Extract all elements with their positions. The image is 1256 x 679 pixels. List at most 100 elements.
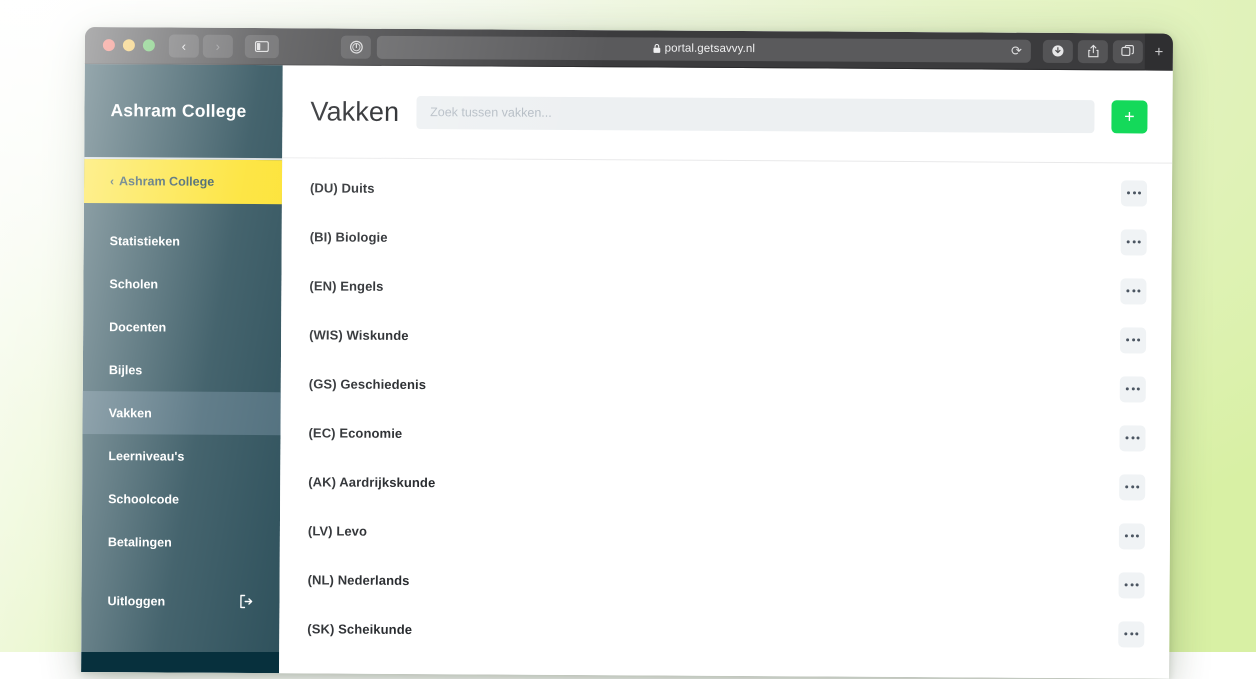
- dot-icon: [1137, 338, 1140, 341]
- dot-icon: [1135, 632, 1138, 635]
- dot-icon: [1132, 240, 1135, 243]
- downloads-button[interactable]: [1043, 39, 1073, 62]
- table-row[interactable]: (EC) Economie: [280, 408, 1170, 462]
- table-row[interactable]: (WIS) Wiskunde: [281, 310, 1171, 364]
- sidebar-item-bijles[interactable]: Bijles: [83, 348, 281, 392]
- download-icon: [1051, 44, 1065, 58]
- dot-icon: [1131, 436, 1134, 439]
- sidebar-item-uitloggen[interactable]: Uitloggen: [81, 579, 279, 623]
- table-row[interactable]: (DU) Duits: [282, 163, 1172, 217]
- dot-icon: [1131, 387, 1134, 390]
- address-bar[interactable]: portal.getsavvy.nl ⟳: [377, 35, 1031, 62]
- table-row[interactable]: (EN) Engels: [281, 261, 1171, 315]
- dot-icon: [1136, 534, 1139, 537]
- reload-icon[interactable]: ⟳: [1011, 44, 1022, 57]
- plus-icon: +: [1154, 44, 1163, 61]
- share-icon: [1086, 44, 1099, 58]
- table-row[interactable]: (SK) Scheikunde: [279, 604, 1169, 658]
- add-subject-button[interactable]: +: [1111, 100, 1147, 133]
- chevron-left-icon: ‹: [110, 174, 114, 188]
- password-manager-icon: [348, 39, 363, 54]
- page-title: Vakken: [310, 96, 399, 128]
- address-bar-zone: portal.getsavvy.nl ⟳: [341, 35, 1031, 62]
- dot-icon: [1137, 289, 1140, 292]
- maximize-window-button[interactable]: [143, 39, 155, 51]
- dot-icon: [1126, 387, 1129, 390]
- row-actions-menu-button[interactable]: [1118, 621, 1144, 647]
- sidebar-back-label: Ashram College: [119, 174, 214, 189]
- row-actions-menu-button[interactable]: [1120, 376, 1146, 402]
- chevron-right-icon: ›: [216, 39, 220, 52]
- dot-icon: [1136, 583, 1139, 586]
- table-row[interactable]: (LV) Levo: [280, 506, 1170, 560]
- row-actions-menu-button[interactable]: [1120, 278, 1146, 304]
- dot-icon: [1137, 436, 1140, 439]
- sidebar-nav: Statistieken Scholen Docenten Bijles Vak…: [81, 203, 282, 623]
- toolbar-right-buttons: [1043, 39, 1143, 63]
- logout-icon: [238, 594, 253, 609]
- sidebar-item-statistieken[interactable]: Statistieken: [84, 219, 282, 263]
- minimize-window-button[interactable]: [123, 39, 135, 51]
- sidebar-back-item[interactable]: ‹ Ashram College: [84, 159, 282, 204]
- dot-icon: [1127, 191, 1130, 194]
- share-button[interactable]: [1078, 40, 1108, 63]
- row-actions-menu-button[interactable]: [1121, 180, 1147, 206]
- table-row[interactable]: (GS) Geschiedenis: [281, 359, 1171, 413]
- row-actions-menu-button[interactable]: [1119, 425, 1145, 451]
- dot-icon: [1137, 387, 1140, 390]
- row-actions-menu-button[interactable]: [1121, 229, 1147, 255]
- sidebar-item-schoolcode[interactable]: Schoolcode: [82, 477, 280, 521]
- subject-label: (DU) Duits: [310, 180, 375, 195]
- sidebar: Ashram College ‹ Ashram College Statisti…: [81, 64, 283, 673]
- dot-icon: [1126, 289, 1129, 292]
- close-window-button[interactable]: [103, 39, 115, 51]
- sidebar-item-label: Docenten: [109, 320, 166, 334]
- subject-label: (BI) Biologie: [310, 229, 388, 244]
- forward-button[interactable]: ›: [203, 34, 233, 57]
- dot-icon: [1130, 583, 1133, 586]
- lock-icon: [653, 43, 661, 53]
- sidebar-icon: [255, 41, 269, 52]
- sidebar-item-label: Schoolcode: [108, 492, 179, 506]
- sidebar-item-label: Bijles: [109, 363, 142, 377]
- sidebar-item-betalingen[interactable]: Betalingen: [82, 520, 280, 564]
- sidebar-item-docenten[interactable]: Docenten: [83, 305, 281, 349]
- password-manager-button[interactable]: [341, 35, 371, 58]
- sidebar-toggle-button[interactable]: [245, 34, 279, 57]
- window-controls: [103, 39, 155, 51]
- dot-icon: [1138, 240, 1141, 243]
- sidebar-item-label: Betalingen: [108, 535, 172, 549]
- table-row[interactable]: (AK) Aardrijkskunde: [280, 457, 1170, 511]
- table-row[interactable]: (NL) Nederlands: [279, 555, 1169, 609]
- dot-icon: [1136, 485, 1139, 488]
- table-row[interactable]: (BI) Biologie: [282, 212, 1172, 266]
- sidebar-item-scholen[interactable]: Scholen: [83, 262, 281, 306]
- dot-icon: [1132, 338, 1135, 341]
- row-actions-menu-button[interactable]: [1119, 572, 1145, 598]
- dot-icon: [1125, 583, 1128, 586]
- desktop-background: ‹ ›: [0, 0, 1256, 652]
- back-button[interactable]: ‹: [169, 34, 199, 57]
- sidebar-item-vakken[interactable]: Vakken: [83, 391, 281, 435]
- search-input[interactable]: [416, 96, 1095, 133]
- new-tab-button[interactable]: +: [1145, 33, 1173, 70]
- subject-list: (DU) Duits (BI) Biologie (EN) Engels (WI…: [279, 158, 1172, 678]
- browser-titlebar: ‹ ›: [85, 27, 1173, 71]
- row-actions-menu-button[interactable]: [1120, 327, 1146, 353]
- row-actions-menu-button[interactable]: [1119, 523, 1145, 549]
- subject-label: (NL) Nederlands: [308, 572, 410, 588]
- row-actions-menu-button[interactable]: [1119, 474, 1145, 500]
- navigation-buttons: ‹ ›: [169, 34, 233, 57]
- subject-label: (GS) Geschiedenis: [309, 376, 426, 392]
- tab-overview-button[interactable]: [1113, 40, 1143, 63]
- subject-label: (SK) Scheikunde: [307, 621, 412, 637]
- sidebar-item-label: Uitloggen: [107, 594, 165, 608]
- tab-overview-icon: [1121, 44, 1135, 58]
- sidebar-item-leerniveaus[interactable]: Leerniveau's: [82, 434, 280, 478]
- browser-window: ‹ ›: [81, 27, 1173, 679]
- sidebar-item-label: Statistieken: [110, 234, 180, 248]
- url-text: portal.getsavvy.nl: [665, 43, 756, 56]
- subject-label: (AK) Aardrijkskunde: [308, 474, 435, 490]
- content-header: Vakken +: [282, 65, 1173, 163]
- dot-icon: [1130, 632, 1133, 635]
